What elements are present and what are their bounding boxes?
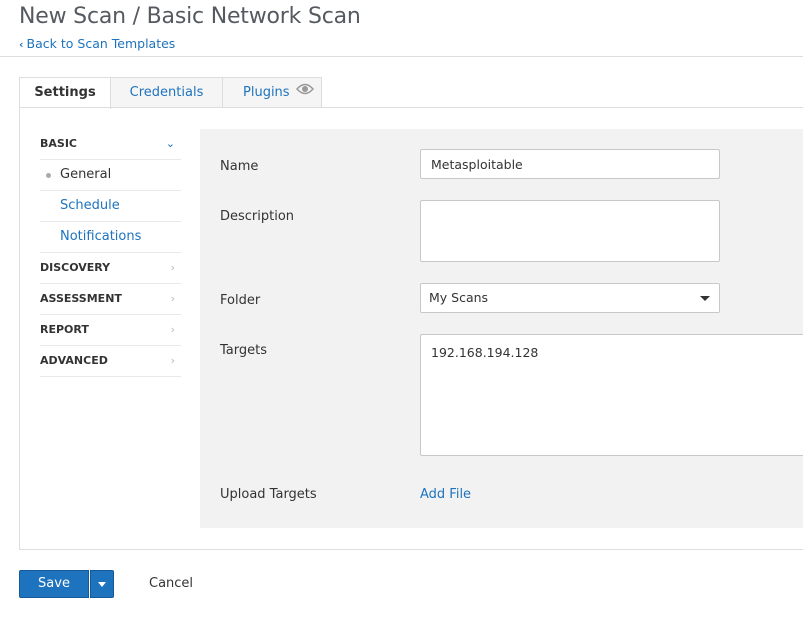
- panel-bottom-border: [19, 549, 803, 550]
- chevron-right-icon: ›: [170, 354, 175, 367]
- chevron-down-icon: ⌄: [165, 137, 175, 150]
- sidebar-section-report[interactable]: REPORT ›: [40, 315, 181, 346]
- targets-textarea[interactable]: 192.168.194.128: [420, 334, 803, 456]
- active-bullet-icon: [46, 173, 51, 178]
- sidebar-section-label: ASSESSMENT: [40, 292, 122, 305]
- caret-down-icon: [98, 582, 106, 587]
- tab-bar: Settings Credentials Plugins: [19, 77, 322, 109]
- sidebar-section-assessment[interactable]: ASSESSMENT ›: [40, 284, 181, 315]
- chevron-right-icon: ›: [170, 323, 175, 336]
- sidebar-section-label: REPORT: [40, 323, 89, 336]
- name-label: Name: [220, 159, 259, 174]
- sidebar-item-notifications[interactable]: Notifications: [40, 222, 181, 253]
- tab-credentials[interactable]: Credentials: [111, 77, 223, 107]
- sidebar-item-label: Notifications: [60, 229, 142, 244]
- description-textarea[interactable]: [420, 200, 720, 262]
- tab-plugins-label: Plugins: [243, 85, 290, 100]
- settings-sidebar: BASIC ⌄ General Schedule Notifications D…: [40, 129, 181, 377]
- description-label: Description: [220, 209, 295, 224]
- sidebar-section-label: DISCOVERY: [40, 261, 111, 274]
- save-options-dropdown[interactable]: [90, 570, 114, 598]
- tab-plugins[interactable]: Plugins: [223, 77, 322, 107]
- panel-left-border: [19, 107, 20, 549]
- eye-icon: [295, 77, 314, 107]
- header-divider: [0, 56, 803, 57]
- page-title: New Scan / Basic Network Scan: [19, 4, 361, 29]
- sidebar-section-discovery[interactable]: DISCOVERY ›: [40, 253, 181, 284]
- sidebar-section-label: ADVANCED: [40, 354, 108, 367]
- panel-top-border: [19, 107, 803, 108]
- name-input[interactable]: [420, 149, 720, 179]
- tab-settings-label: Settings: [34, 85, 96, 100]
- sidebar-section-basic[interactable]: BASIC ⌄: [40, 129, 181, 160]
- sidebar-item-schedule[interactable]: Schedule: [40, 191, 181, 222]
- tab-credentials-label: Credentials: [129, 85, 204, 100]
- sidebar-section-advanced[interactable]: ADVANCED ›: [40, 346, 181, 377]
- chevron-right-icon: ›: [170, 292, 175, 305]
- back-link-label: Back to Scan Templates: [26, 36, 176, 51]
- sidebar-section-label: BASIC: [40, 137, 77, 150]
- chevron-right-icon: ›: [170, 261, 175, 274]
- caret-down-icon: [700, 296, 710, 301]
- save-button[interactable]: Save: [19, 570, 89, 598]
- targets-label: Targets: [220, 343, 267, 358]
- upload-targets-label: Upload Targets: [220, 487, 317, 502]
- sidebar-item-general[interactable]: General: [40, 160, 181, 191]
- back-to-templates-link[interactable]: ‹ Back to Scan Templates: [19, 36, 175, 51]
- new-scan-page: New Scan / Basic Network Scan ‹ Back to S…: [0, 0, 803, 629]
- general-settings-form: [200, 129, 803, 528]
- folder-select-value: My Scans: [429, 290, 489, 305]
- sidebar-item-label: Schedule: [60, 198, 120, 213]
- sidebar-item-label: General: [60, 167, 112, 182]
- cancel-button[interactable]: Cancel: [149, 576, 193, 591]
- chevron-left-icon: ‹: [19, 38, 24, 51]
- folder-label: Folder: [220, 293, 261, 308]
- tab-settings[interactable]: Settings: [19, 77, 111, 109]
- add-file-link[interactable]: Add File: [420, 487, 471, 502]
- folder-select[interactable]: My Scans: [420, 283, 720, 313]
